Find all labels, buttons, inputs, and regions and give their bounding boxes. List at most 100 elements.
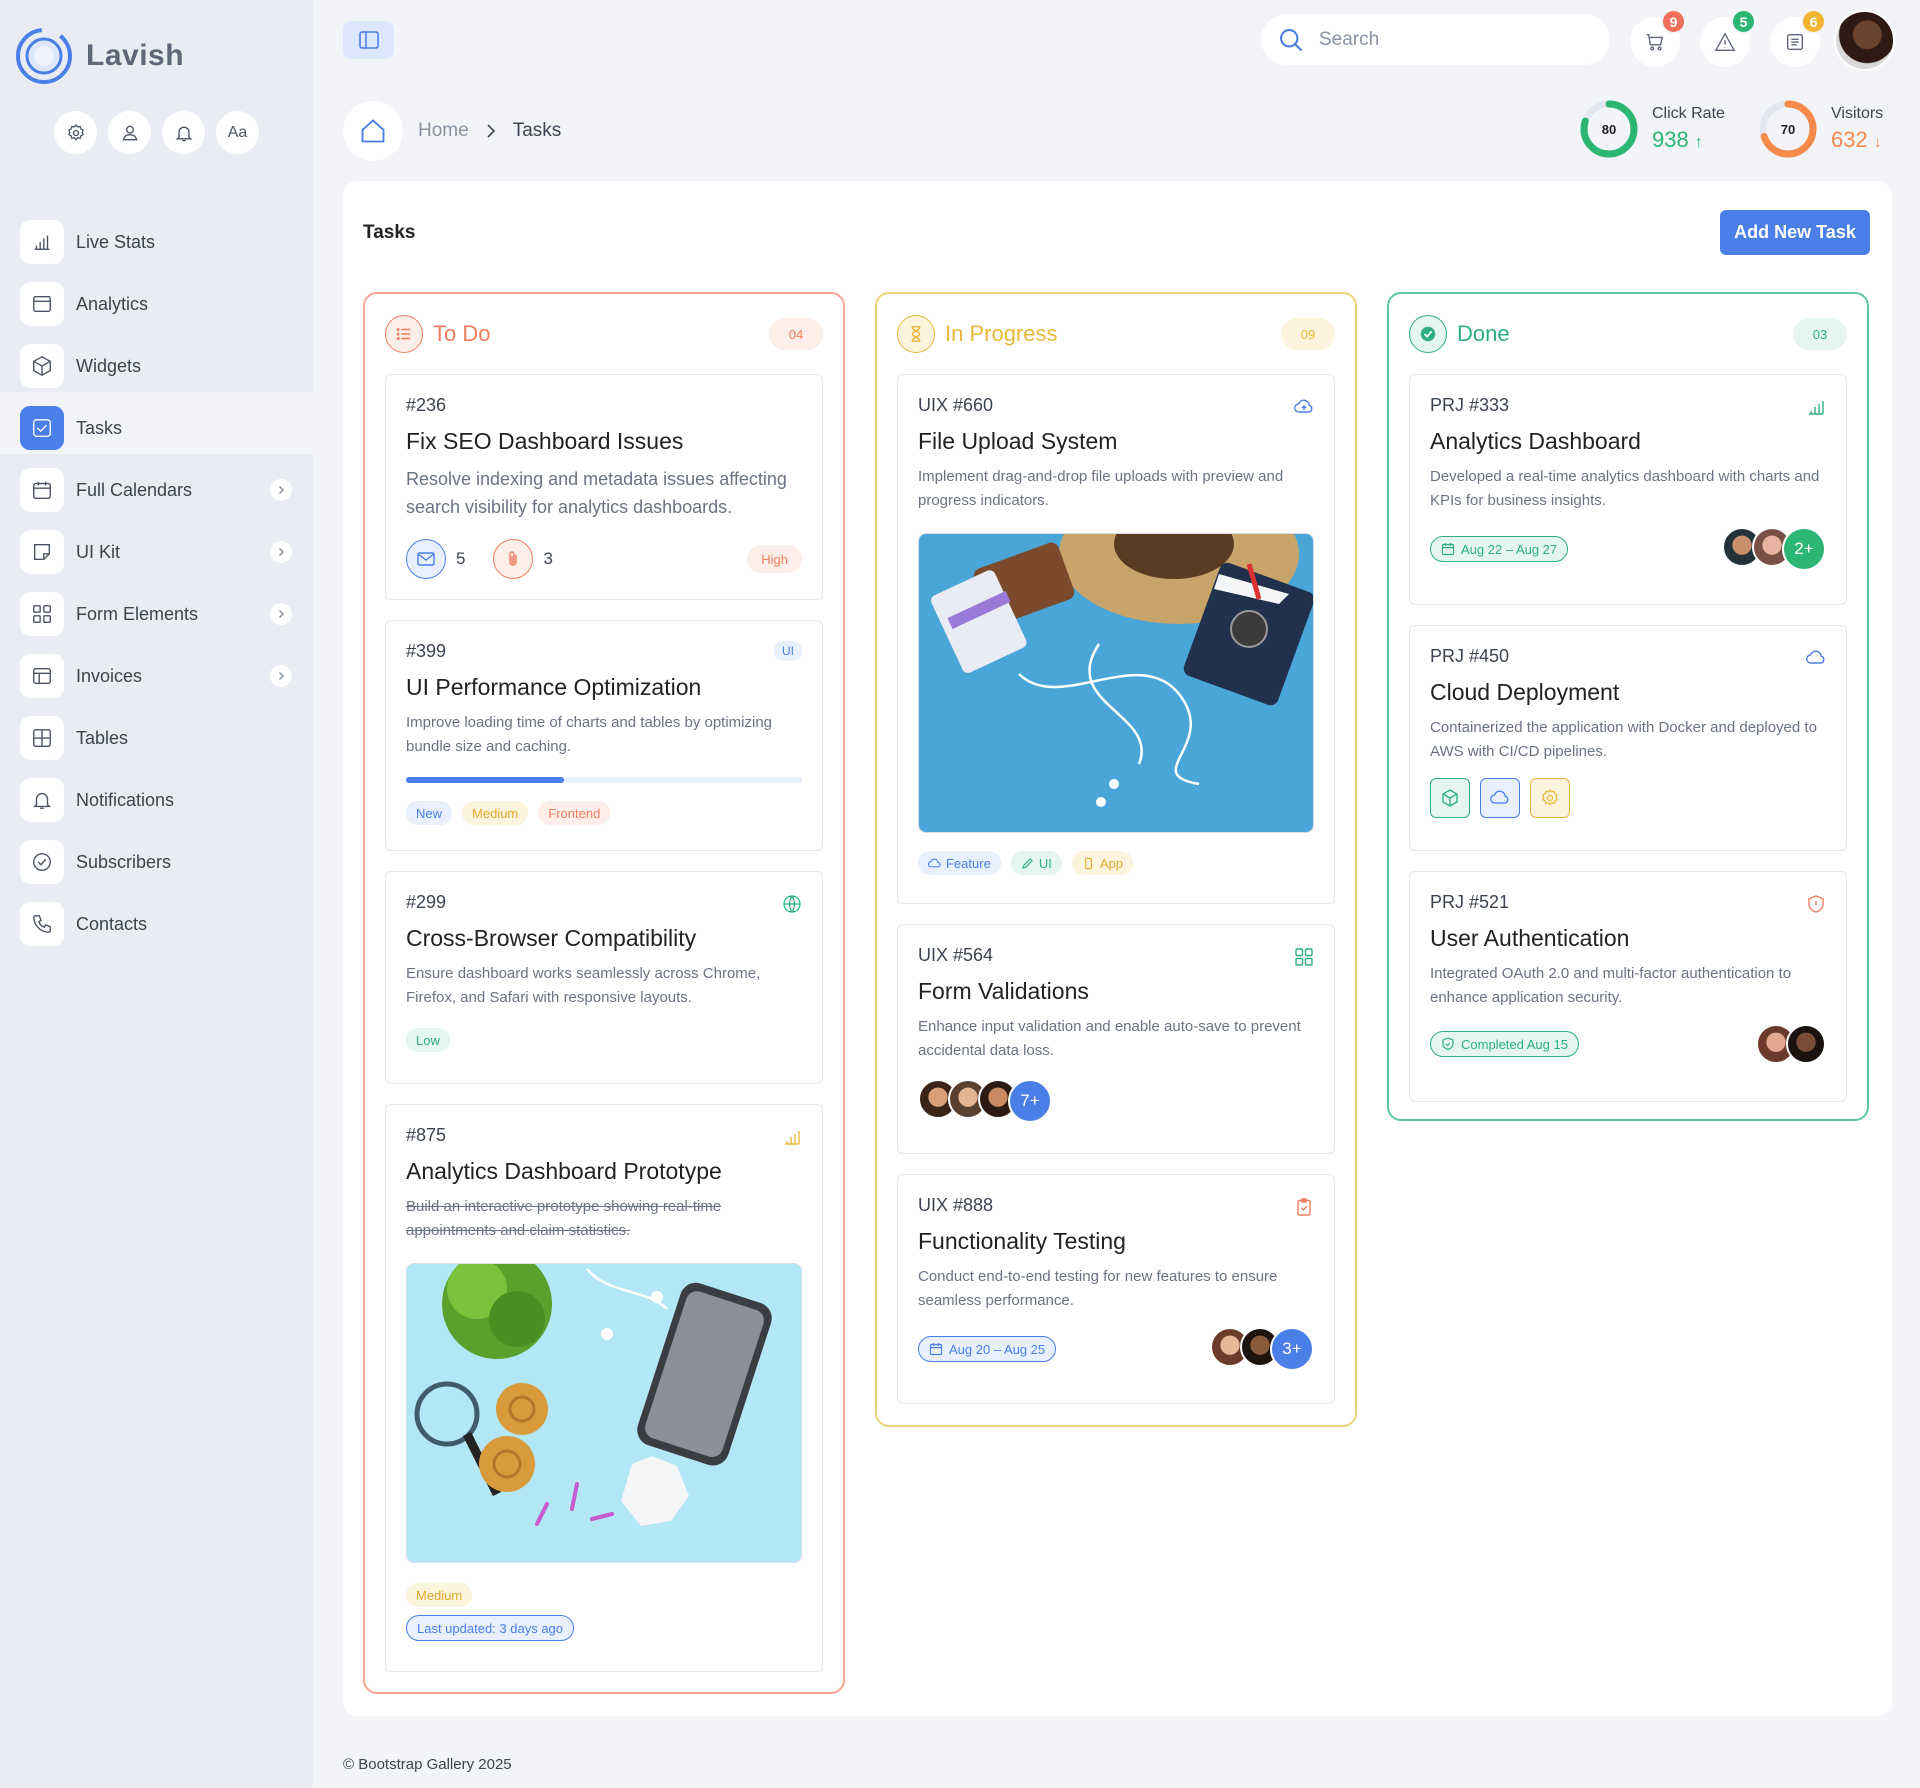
chevron-right-icon[interactable]	[270, 541, 292, 563]
task-description: Implement drag-and-drop file uploads wit…	[918, 468, 1284, 509]
sidebar-item-label: UI Kit	[76, 541, 121, 562]
brand-logo[interactable]: Lavish	[14, 26, 184, 86]
task-title: Cloud Deployment	[1430, 679, 1620, 705]
task-id: #875	[406, 1125, 447, 1145]
sidebar-item-tasks[interactable]: Tasks	[20, 397, 300, 459]
sidebar-item-tables[interactable]: Tables	[20, 707, 300, 769]
gear-icon	[66, 123, 86, 143]
messages-button[interactable]: 6	[1770, 9, 1826, 67]
task-id: UIX #888	[918, 1195, 994, 1215]
sidebar-item-analytics[interactable]: Analytics	[20, 273, 300, 335]
assignee-avatars[interactable]: 3+	[1210, 1327, 1314, 1371]
gear-icon[interactable]	[1530, 778, 1570, 818]
sidebar-item-invoices[interactable]: Invoices	[20, 645, 300, 707]
click-rate-stat: 80 Click Rate 938 ↑	[1578, 98, 1725, 160]
box-icon	[20, 344, 64, 388]
done-column-title: Done	[1457, 321, 1510, 346]
task-description: Ensure dashboard works seamlessly across…	[406, 965, 761, 1006]
chevron-right-icon[interactable]	[270, 603, 292, 625]
todo-column: To Do 04 #236 Fix SEO Dashboard Issues R…	[363, 292, 845, 1694]
click-rate-value: 938 ↑	[1652, 127, 1725, 153]
task-card[interactable]: PRJ #521 User Authentication Integrated …	[1409, 871, 1847, 1102]
task-card[interactable]: UIX #888 Functionality Testing Conduct e…	[897, 1174, 1335, 1404]
breadcrumb-home[interactable]: Home	[418, 120, 469, 142]
tag-feature: Feature	[918, 851, 1001, 875]
profile-button[interactable]	[108, 111, 151, 154]
sidebar-item-widgets[interactable]: Widgets	[20, 335, 300, 397]
task-card[interactable]: #236 Fix SEO Dashboard Issues Resolve in…	[385, 374, 823, 600]
attachment-count: 3	[543, 549, 553, 568]
page-title: Tasks	[363, 222, 416, 243]
mail-count: 5	[456, 549, 466, 568]
sidebar-toggle-button[interactable]	[343, 21, 394, 59]
more-assignees-badge: 3+	[1270, 1327, 1314, 1371]
sidebar-item-form-elements[interactable]: Form Elements	[20, 583, 300, 645]
assignee-avatars[interactable]: 7+	[918, 1079, 1314, 1123]
sidebar-nav: Live Stats Analytics Widgets Tasks Full Cale…	[20, 211, 300, 955]
sidebar-item-live-stats[interactable]: Live Stats	[20, 211, 300, 273]
sidebar-item-ui-kit[interactable]: UI Kit	[20, 521, 300, 583]
sidebar-item-subscribers[interactable]: Subscribers	[20, 831, 300, 893]
mail-icon[interactable]	[406, 539, 446, 579]
phone-icon	[20, 902, 64, 946]
visitors-label: Visitors	[1831, 105, 1884, 122]
paperclip-icon[interactable]	[493, 539, 534, 579]
chevron-right-icon[interactable]	[270, 665, 292, 687]
task-card[interactable]: #399 UI UI Performance Optimization Impr…	[385, 620, 823, 851]
desk-photo	[406, 1263, 802, 1563]
box-icon[interactable]	[1430, 778, 1470, 818]
task-card[interactable]: UIX #564 Form Validations Enhance input …	[897, 924, 1335, 1154]
task-card[interactable]: PRJ #450 Cloud Deployment Containerized …	[1409, 625, 1847, 851]
task-card[interactable]: #875 Analytics Dashboard Prototype Build…	[385, 1104, 823, 1672]
add-new-task-button[interactable]: Add New Task	[1720, 210, 1870, 255]
task-title: Cross-Browser Compatibility	[406, 925, 697, 951]
list-icon	[385, 315, 423, 353]
assignee-avatars[interactable]: 2+	[1722, 527, 1826, 571]
done-column-header: Done 03	[1389, 294, 1867, 374]
check-circle-icon	[20, 840, 64, 884]
search-input[interactable]	[1319, 28, 1569, 51]
task-card[interactable]: PRJ #333 Analytics Dashboard Developed a…	[1409, 374, 1847, 605]
assignee-avatars[interactable]	[1756, 1024, 1826, 1064]
task-card[interactable]: #299 Cross-Browser Compatibility Ensure …	[385, 871, 823, 1084]
task-progress-fill	[406, 777, 565, 783]
task-title: Functionality Testing	[918, 1228, 1126, 1254]
tag-medium: Medium	[462, 801, 529, 825]
font-size-label: Aa	[227, 123, 248, 141]
notifications-button[interactable]	[162, 111, 205, 154]
user-avatar[interactable]	[1834, 10, 1895, 71]
task-title: Analytics Dashboard	[1430, 428, 1641, 454]
sidebar-item-full-calendars[interactable]: Full Calendars	[20, 459, 300, 521]
arrow-up-icon: ↑	[1694, 134, 1703, 151]
home-icon	[359, 117, 387, 145]
date-range-badge: Aug 20 – Aug 25	[918, 1336, 1057, 1362]
completed-label: Completed Aug 15	[1461, 1036, 1568, 1052]
task-card[interactable]: UIX #660 File Upload System Implement dr…	[897, 374, 1335, 904]
priority-badge: Low	[406, 1028, 450, 1052]
calendar-icon	[1441, 542, 1455, 556]
alerts-button[interactable]: 5	[1700, 9, 1756, 67]
date-range-badge: Aug 22 – Aug 27	[1430, 536, 1569, 562]
travel-photo	[918, 533, 1314, 833]
more-assignees-badge: 7+	[1008, 1079, 1052, 1123]
tag-new: New	[406, 801, 453, 825]
chevron-right-icon	[483, 123, 499, 139]
visitors-ring: 70	[1757, 98, 1819, 160]
window-icon	[20, 282, 64, 326]
calendar-icon	[20, 468, 64, 512]
task-id: #299	[406, 892, 447, 912]
search-box[interactable]	[1261, 14, 1610, 65]
cart-icon	[1644, 31, 1666, 53]
settings-button[interactable]	[54, 111, 97, 154]
task-id: UIX #564	[918, 945, 994, 965]
sidebar-item-contacts[interactable]: Contacts	[20, 893, 300, 955]
cart-button[interactable]: 9	[1630, 9, 1686, 67]
home-button[interactable]	[343, 101, 403, 161]
tag-ui-label: UI	[1038, 855, 1052, 871]
cloud-icon[interactable]	[1480, 778, 1520, 818]
sidebar-item-notifications[interactable]: Notifications	[20, 769, 300, 831]
font-size-button[interactable]: Aa	[216, 111, 259, 154]
in-progress-column-header: In Progress 09	[877, 294, 1355, 374]
chevron-right-icon[interactable]	[270, 479, 292, 501]
task-description: Developed a real-time analytics dashboar…	[1430, 468, 1820, 509]
